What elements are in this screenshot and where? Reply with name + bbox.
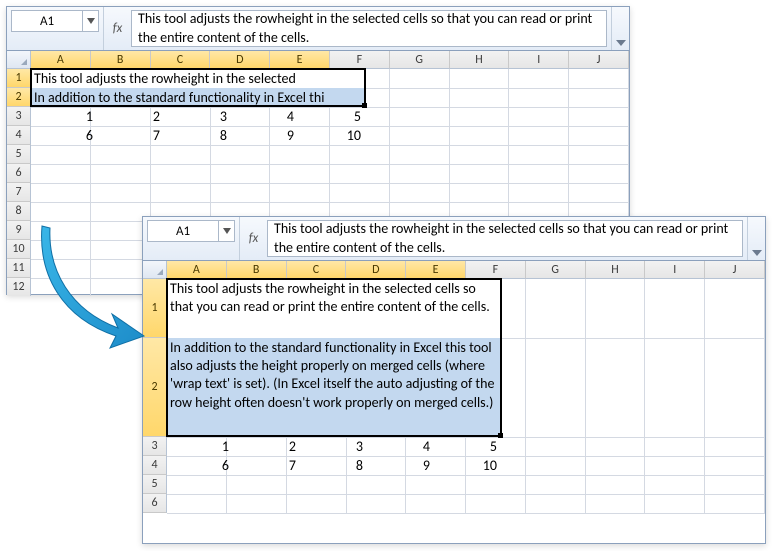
col-header-i[interactable]: I (509, 51, 569, 69)
cell[interactable]: 8 (165, 126, 232, 145)
col-header-b[interactable]: B (91, 51, 151, 69)
grid[interactable]: ABCDEFGHIJ 123456 This tool adjusts the … (143, 261, 765, 545)
merged-cell-a2e2[interactable]: In addition to the standard functionalit… (31, 88, 366, 107)
formula-text[interactable]: This tool adjusts the rowheight in the s… (131, 10, 607, 47)
col-header-a[interactable]: A (31, 51, 91, 69)
cell[interactable]: 4 (232, 107, 299, 126)
row-header-6[interactable]: 6 (7, 164, 31, 183)
select-all-corner[interactable] (7, 51, 31, 69)
cell[interactable]: 8 (301, 456, 368, 475)
formula-bar: fx This tool adjusts the rowheight in th… (143, 217, 765, 261)
cell[interactable]: 10 (299, 126, 366, 145)
chevron-down-icon (223, 228, 231, 234)
cell[interactable]: 3 (165, 107, 232, 126)
cell[interactable]: 2 (98, 107, 165, 126)
cell[interactable]: 5 (299, 107, 366, 126)
cells-area[interactable]: This tool adjusts the rowheight in the s… (167, 279, 765, 545)
row-header-10[interactable]: 10 (7, 240, 31, 259)
row-header-1[interactable]: 1 (143, 279, 167, 338)
col-header-h[interactable]: H (450, 51, 510, 69)
cell[interactable]: 2 (234, 437, 301, 456)
col-header-e[interactable]: E (270, 51, 330, 69)
row-header-4[interactable]: 4 (7, 126, 31, 145)
row-header-9[interactable]: 9 (7, 221, 31, 240)
col-header-d[interactable]: D (346, 261, 406, 279)
fx-button[interactable]: fx (239, 217, 267, 260)
row-headers: 123456 (143, 279, 167, 545)
name-box-dropdown[interactable] (82, 11, 98, 31)
name-box-wrap (147, 220, 235, 242)
name-box-wrap (11, 10, 99, 32)
chevron-down-icon (752, 250, 762, 256)
row-header-5[interactable]: 5 (143, 475, 167, 494)
chevron-down-icon (87, 18, 95, 24)
merged-cell-a1e1[interactable]: This tool adjusts the rowheight in the s… (167, 279, 502, 338)
name-box-dropdown[interactable] (218, 221, 234, 241)
cell[interactable]: 9 (232, 126, 299, 145)
col-header-c[interactable]: C (151, 51, 211, 69)
cell[interactable]: 4 (368, 437, 435, 456)
row-header-1[interactable]: 1 (7, 69, 31, 88)
row-header-2[interactable]: 2 (143, 338, 167, 437)
col-header-a[interactable]: A (167, 261, 227, 279)
cell[interactable]: 5 (435, 437, 502, 456)
row-header-3[interactable]: 3 (143, 437, 167, 456)
cell[interactable]: 1 (167, 437, 234, 456)
fx-button[interactable]: fx (103, 7, 131, 50)
formula-bar-expand[interactable] (611, 7, 629, 50)
row-header-11[interactable]: 11 (7, 259, 31, 278)
col-header-g[interactable]: G (526, 261, 586, 279)
cell[interactable]: 6 (31, 126, 98, 145)
col-header-j[interactable]: J (569, 51, 629, 69)
col-header-c[interactable]: C (287, 261, 347, 279)
cell[interactable]: 10 (435, 456, 502, 475)
cell[interactable]: 7 (234, 456, 301, 475)
column-headers: ABCDEFGHIJ (167, 261, 765, 279)
col-header-i[interactable]: I (645, 261, 705, 279)
col-header-h[interactable]: H (586, 261, 646, 279)
cell[interactable]: 1 (31, 107, 98, 126)
col-header-f[interactable]: F (466, 261, 526, 279)
row-header-4[interactable]: 4 (143, 456, 167, 475)
formula-text[interactable]: This tool adjusts the rowheight in the s… (267, 220, 743, 257)
col-header-b[interactable]: B (227, 261, 287, 279)
merged-cell-a1e1[interactable]: This tool adjusts the rowheight in the s… (31, 69, 366, 88)
chevron-down-icon (616, 40, 626, 46)
col-header-f[interactable]: F (330, 51, 390, 69)
row-header-7[interactable]: 7 (7, 183, 31, 202)
row-header-6[interactable]: 6 (143, 494, 167, 513)
name-box[interactable] (148, 224, 218, 239)
cell[interactable]: 9 (368, 456, 435, 475)
col-header-j[interactable]: J (705, 261, 765, 279)
cell[interactable]: 3 (301, 437, 368, 456)
formula-bar-expand[interactable] (747, 217, 765, 260)
row-header-2[interactable]: 2 (7, 88, 31, 107)
merged-cell-a2e2[interactable]: In addition to the standard functionalit… (167, 338, 502, 437)
excel-panel-after: fx This tool adjusts the rowheight in th… (142, 216, 766, 544)
formula-bar: fx This tool adjusts the rowheight in th… (7, 7, 629, 51)
row-headers: 123456789101112 (7, 69, 31, 296)
cell[interactable]: 6 (167, 456, 234, 475)
row-header-12[interactable]: 12 (7, 278, 31, 296)
name-box[interactable] (12, 14, 82, 29)
col-header-d[interactable]: D (210, 51, 270, 69)
select-all-corner[interactable] (143, 261, 167, 279)
row-header-8[interactable]: 8 (7, 202, 31, 221)
col-header-g[interactable]: G (390, 51, 450, 69)
column-headers: ABCDEFGHIJ (31, 51, 629, 69)
cell[interactable]: 7 (98, 126, 165, 145)
row-header-5[interactable]: 5 (7, 145, 31, 164)
col-header-e[interactable]: E (406, 261, 466, 279)
row-header-3[interactable]: 3 (7, 107, 31, 126)
